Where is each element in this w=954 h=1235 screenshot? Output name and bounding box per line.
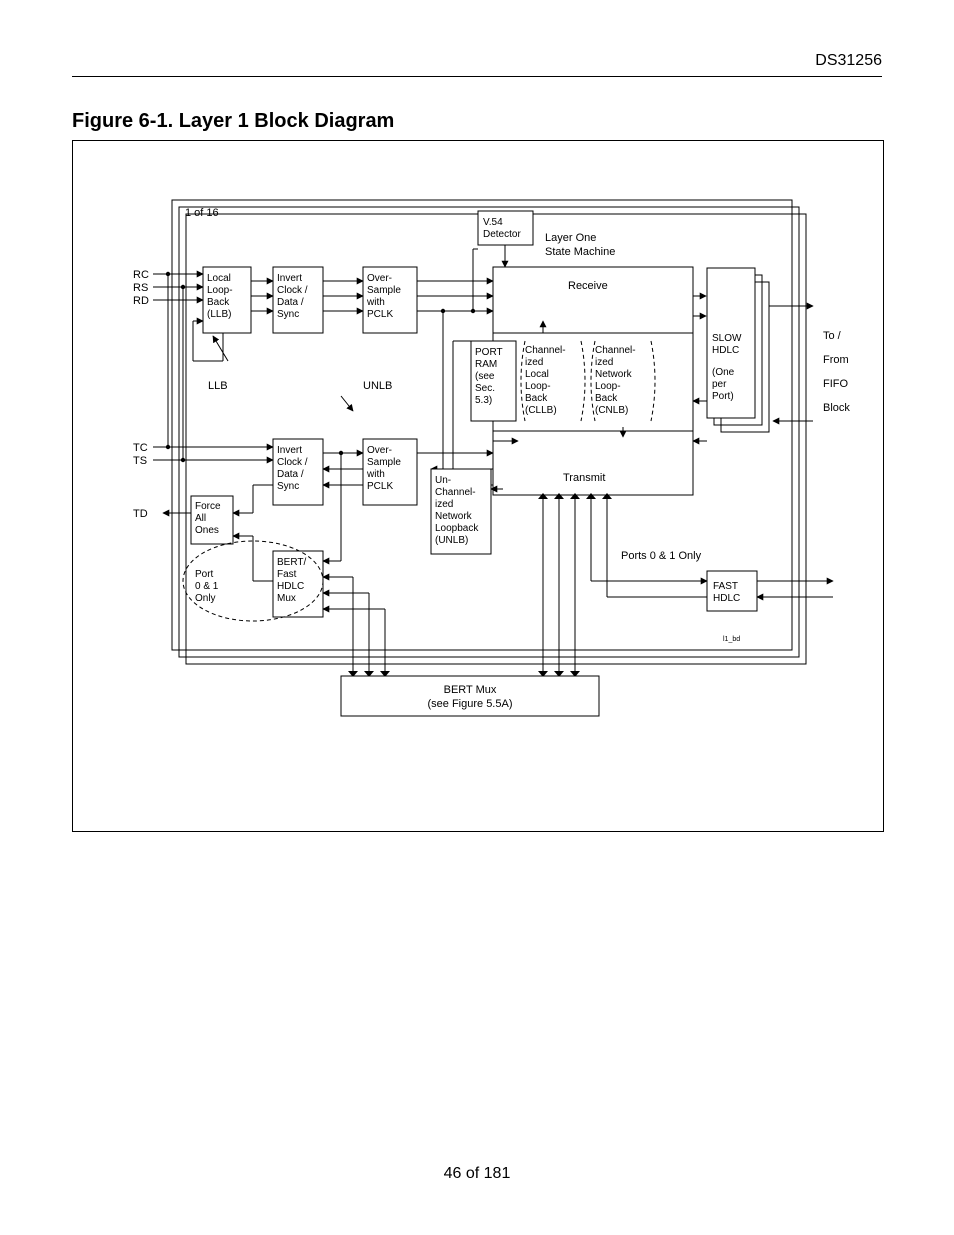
layer1-sm-box: [493, 267, 693, 495]
svg-text:l1_bd: l1_bd: [723, 636, 740, 643]
block-diagram: 1 of 16 RC RS RD TC TS TD LocalLoop-Back…: [73, 141, 883, 831]
page-footer: 46 of 181: [0, 1165, 954, 1183]
svg-text:Port0 & 1Only: Port0 & 1Only: [195, 569, 219, 604]
rd-label: RD: [133, 295, 149, 307]
transmit-label: Transmit: [563, 472, 605, 484]
svg-text:Ports 0 & 1 Only: Ports 0 & 1 Only: [621, 550, 702, 562]
rc-label: RC: [133, 269, 149, 281]
header-rule: [72, 76, 882, 77]
figure-title: Figure 6-1. Layer 1 Block Diagram: [72, 110, 394, 133]
td-label: TD: [133, 508, 148, 520]
tc-label: TC: [133, 442, 148, 454]
svg-text:UNLB: UNLB: [363, 380, 392, 392]
ts-label: TS: [133, 455, 147, 467]
bert-mux-box: [341, 676, 599, 716]
svg-text:FASTHDLC: FASTHDLC: [713, 581, 740, 604]
svg-text:LocalLoop-Back(LLB): LocalLoop-Back(LLB): [207, 273, 233, 320]
receive-label: Receive: [568, 280, 608, 292]
doc-id: DS31256: [815, 52, 882, 70]
svg-text:Layer OneState Machine: Layer OneState Machine: [545, 232, 615, 258]
svg-text:LLB: LLB: [208, 380, 228, 392]
one-of-label: 1 of 16: [185, 207, 219, 219]
figure-frame: 1 of 16 RC RS RD TC TS TD LocalLoop-Back…: [72, 140, 884, 832]
right-label: To /FromFIFOBlock: [823, 330, 850, 414]
rs-label: RS: [133, 282, 148, 294]
